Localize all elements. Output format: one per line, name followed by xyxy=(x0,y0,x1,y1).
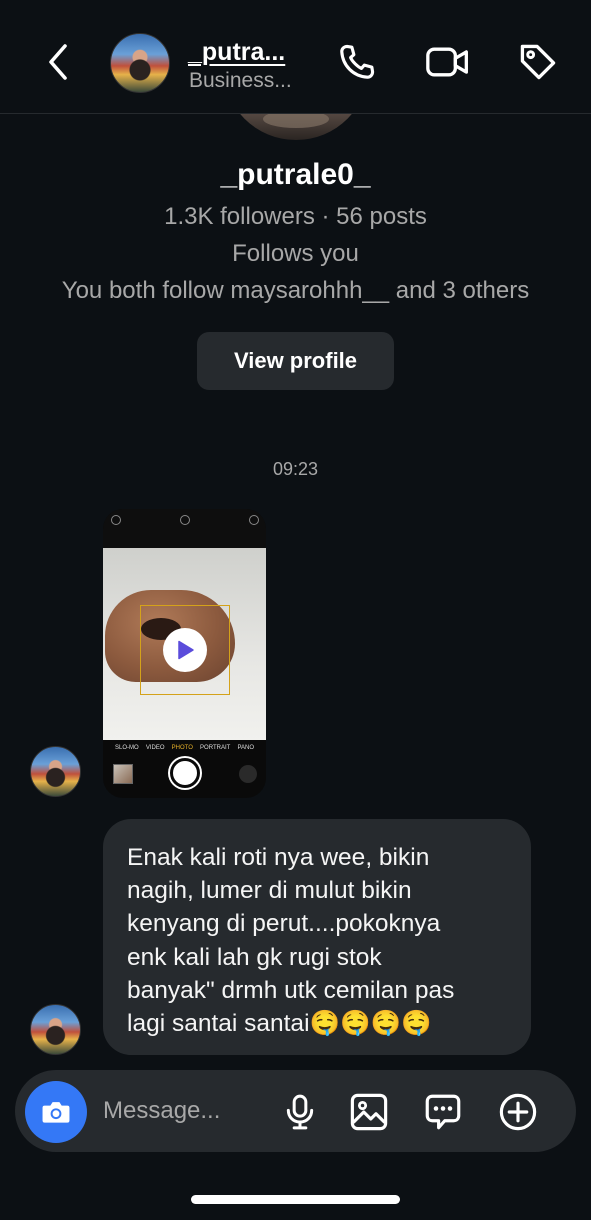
camera-mode: PORTRAIT xyxy=(200,745,231,751)
chevron-left-icon xyxy=(49,44,67,80)
camera-top-bar xyxy=(103,509,266,548)
live-photo-icon xyxy=(249,515,259,525)
tag-icon xyxy=(520,44,556,80)
gallery-button[interactable] xyxy=(346,1089,392,1135)
profile-username: _putrale0_ xyxy=(220,158,371,191)
home-indicator[interactable] xyxy=(191,1195,400,1204)
plus-circle-icon xyxy=(499,1093,537,1131)
camera-mode-active: PHOTO xyxy=(171,745,193,751)
play-icon xyxy=(178,640,194,660)
video-message[interactable]: SLO-MO VIDEO PHOTO PORTRAIT PANO xyxy=(103,509,266,798)
voice-message-button[interactable] xyxy=(277,1089,323,1135)
follows-you-label: Follows you xyxy=(232,240,359,267)
phone-icon xyxy=(340,44,375,79)
play-button[interactable] xyxy=(163,628,207,672)
camera-button[interactable] xyxy=(25,1081,87,1143)
sender-avatar[interactable] xyxy=(30,1004,81,1055)
dm-thread-screen: _putra... Business... _putrale0_ 1.3K fo… xyxy=(0,0,591,1220)
camera-icon xyxy=(42,1102,70,1123)
gallery-icon xyxy=(350,1093,388,1131)
gallery-thumbnail xyxy=(113,764,133,784)
mutual-followers: You both follow maysarohhh__ and 3 other… xyxy=(61,277,530,304)
sender-avatar[interactable] xyxy=(30,746,81,797)
camera-bottom-bar xyxy=(103,756,266,798)
shutter-icon xyxy=(170,758,200,788)
view-profile-button[interactable]: View profile xyxy=(197,332,394,390)
more-options-button[interactable] xyxy=(495,1089,541,1135)
flip-camera-icon xyxy=(239,765,257,783)
camera-mode: VIDEO xyxy=(145,745,165,751)
label-button[interactable] xyxy=(514,38,562,86)
camera-mode: SLO-MO xyxy=(115,745,139,751)
microphone-icon xyxy=(286,1094,314,1130)
sticker-button[interactable] xyxy=(420,1089,466,1135)
header-avatar[interactable] xyxy=(110,33,170,93)
message-timestamp: 09:23 xyxy=(272,459,319,479)
sticker-message-icon xyxy=(425,1094,461,1130)
camera-mode-bar: SLO-MO VIDEO PHOTO PORTRAIT PANO xyxy=(103,740,266,756)
video-call-button[interactable] xyxy=(424,38,472,86)
back-button[interactable] xyxy=(38,40,78,84)
camera-mode: PANO xyxy=(237,745,254,751)
header-subtitle: Business... xyxy=(189,69,292,92)
message-input[interactable] xyxy=(103,1090,263,1132)
video-thumbnail xyxy=(103,548,266,740)
thread-header: _putra... Business... xyxy=(0,0,591,114)
voice-call-button[interactable] xyxy=(333,38,381,86)
video-camera-icon xyxy=(426,47,468,77)
profile-stats: 1.3K followers · 56 posts xyxy=(164,203,427,230)
text-message-bubble[interactable]: Enak kali roti nya wee, bikin nagih, lum… xyxy=(103,819,531,1055)
header-username[interactable]: _putra... xyxy=(188,38,285,67)
message-composer xyxy=(15,1070,576,1152)
flash-icon xyxy=(111,515,121,525)
chevron-up-icon xyxy=(180,515,190,525)
